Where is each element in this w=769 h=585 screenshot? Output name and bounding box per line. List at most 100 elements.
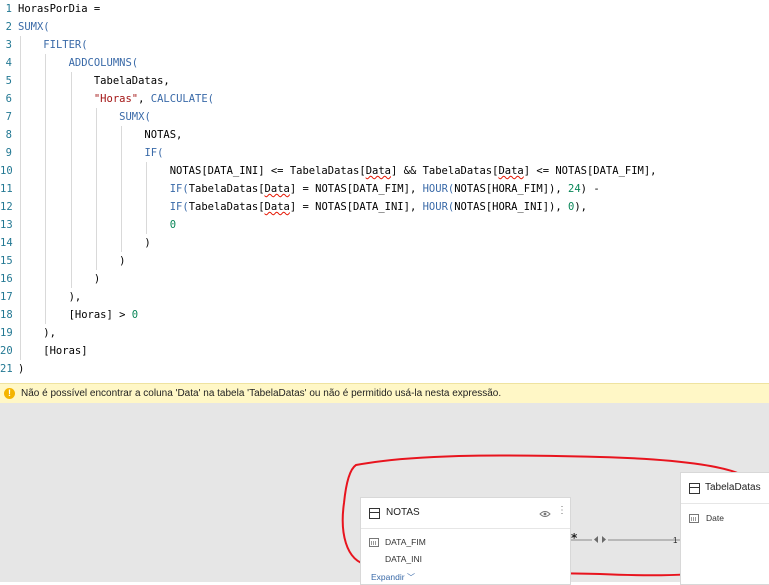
code-text: FILTER( [18,36,87,54]
tabeladatas-table-card[interactable]: TabelaDatas Date 1 [673,472,769,585]
code-line[interactable]: 20 [Horas] [0,342,769,360]
code-line[interactable]: 12 IF(TabelaDatas[Data] = NOTAS[DATA_INI… [0,198,769,216]
code-token: 0 [169,219,177,231]
error-message: Não é possível encontrar a coluna 'Data'… [21,388,502,399]
code-token: IF( [144,147,164,159]
code-token: NOTAS[HORA_INI]), [454,201,569,213]
tabeladatas-card-header: TabelaDatas [681,473,769,504]
code-line[interactable]: 8 NOTAS, [0,126,769,144]
code-token: ) [18,273,101,285]
error-token: Data [498,165,524,177]
code-text: SUMX( [18,18,50,36]
code-text: NOTAS[DATA_INI] <= TabelaDatas[ Data] && … [18,162,657,180]
dax-formula-editor[interactable]: 1 HorasPorDia = 2 SUMX(3 FILTER(4 ADDCOLUMN… [0,0,769,382]
visibility-eye-icon[interactable] [539,510,551,518]
line-number: 16 [0,273,13,285]
code-line[interactable]: 13 0 [0,216,769,234]
code-line[interactable]: 2 SUMX( [0,18,769,36]
error-token: Data [264,183,290,195]
code-line[interactable]: 7 SUMX( [0,108,769,126]
field-data-ini: DATA_INI [385,554,422,564]
code-token: ADDCOLUMNS( [68,57,139,69]
expand-label: Expandir [371,572,405,582]
table-icon [369,508,380,519]
code-line[interactable]: 11 IF(TabelaDatas[Data] = NOTAS[DATA_FIM… [0,180,769,198]
line-number: 3 [5,39,12,51]
code-line[interactable]: 18 [Horas] > 0 [0,306,769,324]
code-text: SUMX( [18,108,151,126]
code-text: [Horas] > 0 [18,306,139,324]
line-number: 15 [0,255,13,267]
code-line[interactable]: 6 "Horas", CALCULATE( [0,90,769,108]
code-token: SUMX( [119,111,151,123]
code-text: IF(TabelaDatas[Data] = NOTAS[DATA_INI], … [18,198,587,216]
many-cardinality: * [571,531,578,545]
warning-icon: ! [4,388,15,399]
code-token: ), [18,327,56,339]
code-token: NOTAS[DATA_INI] <= TabelaDatas[ [18,165,366,177]
calendar-icon [369,538,379,547]
code-text: IF(TabelaDatas[Data] = NOTAS[DATA_FIM], … [18,180,600,198]
code-token: ] && TabelaDatas[ [390,165,499,177]
code-token: ] = NOTAS[DATA_INI], [289,201,423,213]
code-line[interactable]: 10 NOTAS[DATA_INI] <= TabelaDatas[Data] … [0,162,769,180]
code-token: ] <= NOTAS[DATA_FIM], [523,165,657,177]
code-token: [Horas] [18,345,88,357]
code-text: ), [18,288,82,306]
code-token: CALCULATE( [150,93,214,105]
field-date: Date [706,513,724,523]
code-line[interactable]: 3 FILTER( [0,36,769,54]
code-text: NOTAS, [18,126,182,144]
code-token: ) - [580,183,600,195]
model-view-canvas[interactable]: NOTAS ⋮ DATA_FIM DATA_INI Expandir ﹀ * T… [0,403,769,585]
line-number: 17 [0,291,13,303]
code-token: HorasPorDia = [18,3,101,15]
code-token: TabelaDatas[ [188,183,265,195]
code-token: ) [18,237,151,249]
line-number: 20 [0,345,13,357]
line-number: 9 [5,147,12,159]
notas-card-title: NOTAS [386,507,420,518]
expand-link[interactable]: Expandir ﹀ [371,572,415,583]
tabeladatas-card-title: TabelaDatas [705,482,761,493]
code-line[interactable]: 16 ) [0,270,769,288]
line-number: 4 [5,57,12,69]
code-token: TabelaDatas[ [188,201,265,213]
code-text: IF( [18,144,163,162]
code-token: ) [18,363,25,375]
line-number: 2 [5,21,12,33]
code-token: [Horas] > [18,309,132,321]
notas-table-card[interactable]: NOTAS ⋮ DATA_FIM DATA_INI Expandir ﹀ [360,497,571,585]
code-line[interactable]: 5 TabelaDatas, [0,72,769,90]
code-line[interactable]: 21) [0,360,769,378]
line-number: 14 [0,237,13,249]
code-token: ) [18,255,126,267]
code-line[interactable]: 19 ), [0,324,769,342]
more-options-icon[interactable]: ⋮ [557,506,567,516]
code-token: SUMX( [18,21,50,33]
code-token: HOUR( [422,201,455,213]
code-line[interactable]: 1 HorasPorDia = [0,0,769,18]
code-token: TabelaDatas, [18,75,170,87]
code-text: HorasPorDia = [18,0,100,18]
code-token: ), [574,201,587,213]
code-token: NOTAS[HORA_FIM]), [454,183,569,195]
line-number: 5 [5,75,12,87]
code-token: HOUR( [422,183,455,195]
line-number: 8 [5,129,12,141]
code-text: 0 [18,216,176,234]
code-line[interactable]: 17 ), [0,288,769,306]
code-text: ) [18,252,125,270]
code-line[interactable]: 9 IF( [0,144,769,162]
error-token: Data [264,201,290,213]
code-token: ), [18,291,82,303]
code-token: 0 [131,309,139,321]
code-line[interactable]: 4 ADDCOLUMNS( [0,54,769,72]
error-bar: ! Não é possível encontrar a coluna 'Dat… [0,383,769,403]
code-line[interactable]: 14 ) [0,234,769,252]
field-data-fim: DATA_FIM [385,537,426,547]
code-line[interactable]: 15 ) [0,252,769,270]
chevron-down-icon: ﹀ [406,573,415,582]
